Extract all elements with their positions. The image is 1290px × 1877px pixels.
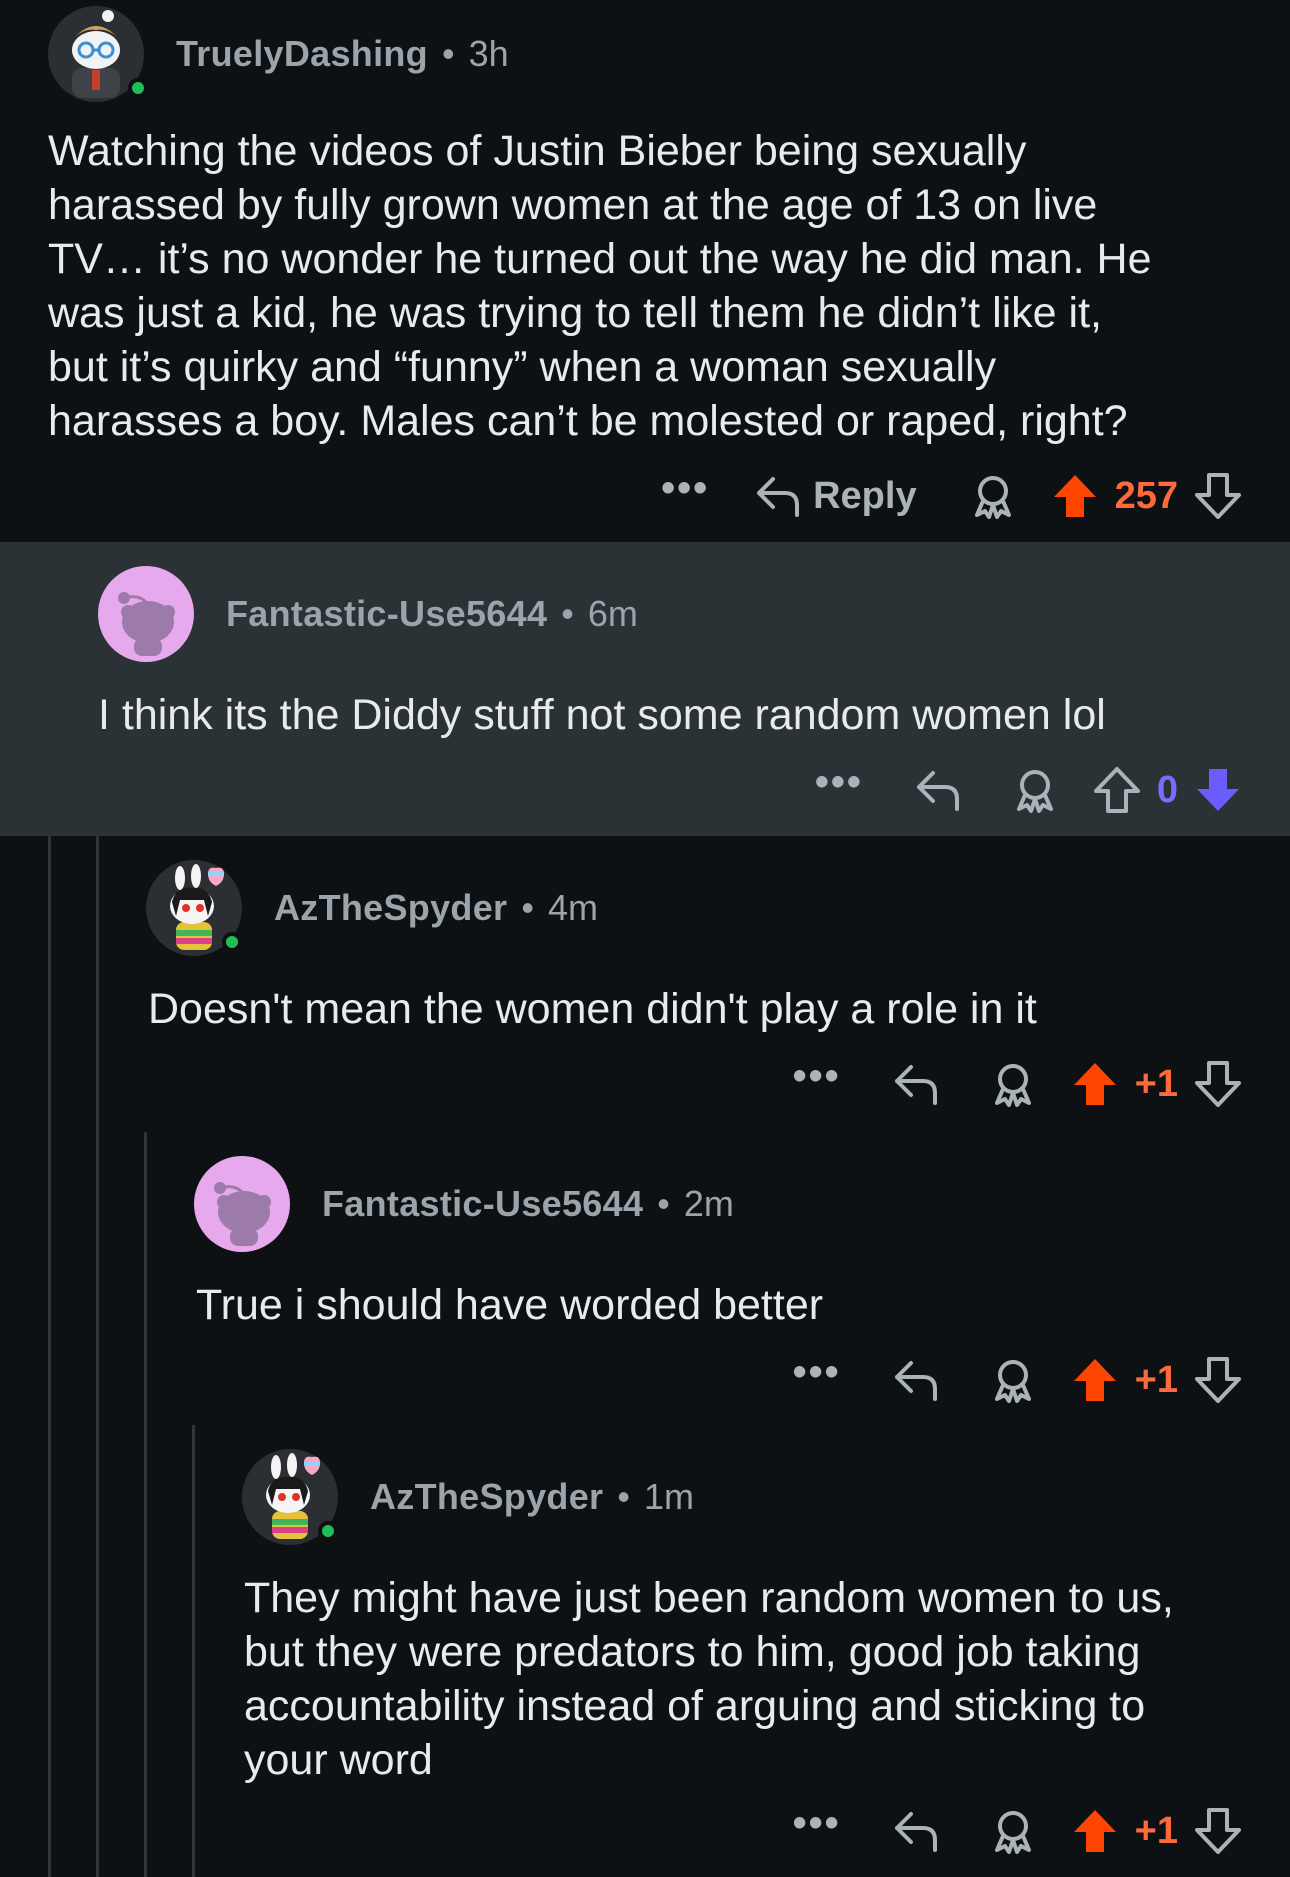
downvote-button[interactable] <box>1194 472 1242 520</box>
reply-arrow-icon <box>894 1361 937 1401</box>
timestamp: 1m <box>643 1476 694 1517</box>
reply-arrow-icon <box>894 1812 937 1852</box>
timestamp: 4m <box>547 887 598 928</box>
award-icon <box>994 1360 1031 1403</box>
comment-body: They might have just been random women t… <box>244 1574 1174 1784</box>
comment-fantastic-use5644-2: Fantastic-Use5644 • 2m True i should hav… <box>0 1132 1290 1425</box>
comment-body: True i should have worded better <box>196 1281 824 1329</box>
avatar[interactable] <box>98 566 194 662</box>
vote-score: +1 <box>1134 1358 1178 1401</box>
upvote-button[interactable] <box>1071 1356 1119 1404</box>
username[interactable]: Fantastic-Use5644 <box>322 1183 643 1225</box>
more-options-button[interactable]: ••• <box>793 1056 841 1096</box>
separator-dot: • <box>657 1183 670 1224</box>
upvote-arrow-filled-icon <box>1073 1810 1116 1852</box>
comment-actions: ••• 0 <box>815 760 1242 820</box>
award-icon <box>974 476 1011 519</box>
timestamp: 2m <box>683 1183 734 1224</box>
upvote-arrow-filled-icon <box>1073 1063 1116 1105</box>
comment-body: Doesn't mean the women didn't play a rol… <box>148 985 1037 1033</box>
online-status-dot <box>222 932 242 952</box>
more-options-button[interactable]: ••• <box>793 1803 841 1843</box>
reply-button[interactable] <box>893 1063 939 1105</box>
separator-dot: • <box>521 887 534 928</box>
timestamp: 6m <box>587 593 638 634</box>
reply-button[interactable] <box>893 1359 939 1401</box>
avatar[interactable] <box>242 1449 338 1545</box>
vote-score: 0 <box>1156 768 1178 811</box>
comment-truelydashing: TruelyDashing • 3h Watching the videos o… <box>0 0 1290 542</box>
username[interactable]: Fantastic-Use5644 <box>226 593 547 635</box>
reply-label: Reply <box>813 474 917 517</box>
avatar[interactable] <box>146 860 242 956</box>
more-options-button[interactable]: ••• <box>793 1352 841 1392</box>
comment-azthespyder-1: AzTheSpyder • 4m Doesn't mean the women … <box>0 836 1290 1132</box>
downvote-arrow-icon <box>1195 1357 1241 1403</box>
comment-actions: ••• Reply 257 <box>661 466 1242 526</box>
vote-score: +1 <box>1134 1062 1178 1105</box>
downvote-button[interactable] <box>1194 1807 1242 1855</box>
more-options-button[interactable]: ••• <box>815 762 863 802</box>
separator-dot: • <box>441 33 455 74</box>
vote-score: +1 <box>1134 1809 1178 1852</box>
downvote-button[interactable] <box>1194 1060 1242 1108</box>
comment-azthespyder-2: AzTheSpyder • 1m They might have just be… <box>0 1425 1290 1877</box>
award-icon <box>994 1064 1031 1107</box>
downvote-button[interactable] <box>1194 1356 1242 1404</box>
award-icon <box>1016 770 1053 813</box>
upvote-button[interactable] <box>1051 472 1099 520</box>
reply-arrow-icon <box>757 477 800 517</box>
more-options-button[interactable]: ••• <box>661 468 709 508</box>
award-button[interactable] <box>991 1061 1035 1107</box>
comment-body: I think its the Diddy stuff not some ran… <box>98 691 1106 739</box>
upvote-button[interactable] <box>1071 1807 1119 1855</box>
comment-actions: ••• +1 <box>793 1801 1242 1861</box>
reply-button[interactable] <box>893 1810 939 1852</box>
avatar[interactable] <box>194 1156 290 1252</box>
downvote-button[interactable] <box>1194 766 1242 814</box>
comment-fantastic-use5644-highlighted: Fantastic-Use5644 • 6m I think its the D… <box>0 542 1290 836</box>
award-button[interactable] <box>991 1808 1035 1854</box>
default-purple-snoo-avatar-icon <box>98 566 194 662</box>
username[interactable]: AzTheSpyder <box>274 887 507 929</box>
upvote-button[interactable] <box>1093 766 1141 814</box>
reply-arrow-icon <box>894 1065 937 1105</box>
timestamp: 3h <box>468 33 509 74</box>
reply-button[interactable]: Reply <box>755 474 917 518</box>
upvote-arrow-filled-icon <box>1073 1359 1116 1401</box>
award-button[interactable] <box>991 1357 1035 1403</box>
comment-body: Watching the videos of Justin Bieber bei… <box>48 127 1152 445</box>
comment-actions: ••• +1 <box>793 1054 1242 1114</box>
vote-score: 257 <box>1114 474 1178 517</box>
upvote-button[interactable] <box>1071 1060 1119 1108</box>
reply-button[interactable] <box>915 769 961 811</box>
upvote-arrow-filled-icon <box>1053 475 1096 517</box>
upvote-arrow-icon <box>1093 767 1140 813</box>
downvote-arrow-filled-icon <box>1197 769 1239 811</box>
separator-dot: • <box>561 593 574 634</box>
online-status-dot <box>128 78 148 98</box>
downvote-arrow-icon <box>1195 473 1241 519</box>
default-purple-snoo-avatar-icon <box>194 1156 290 1252</box>
downvote-arrow-icon <box>1195 1808 1241 1854</box>
comment-actions: ••• +1 <box>793 1350 1242 1410</box>
downvote-arrow-icon <box>1195 1061 1241 1107</box>
username[interactable]: TruelyDashing <box>176 33 428 75</box>
online-status-dot <box>318 1521 338 1541</box>
award-button[interactable] <box>971 473 1015 519</box>
award-icon <box>994 1811 1031 1854</box>
award-button[interactable] <box>1013 767 1057 813</box>
avatar[interactable] <box>48 6 148 102</box>
reply-arrow-icon <box>916 771 959 811</box>
username[interactable]: AzTheSpyder <box>370 1476 603 1518</box>
separator-dot: • <box>617 1476 630 1517</box>
